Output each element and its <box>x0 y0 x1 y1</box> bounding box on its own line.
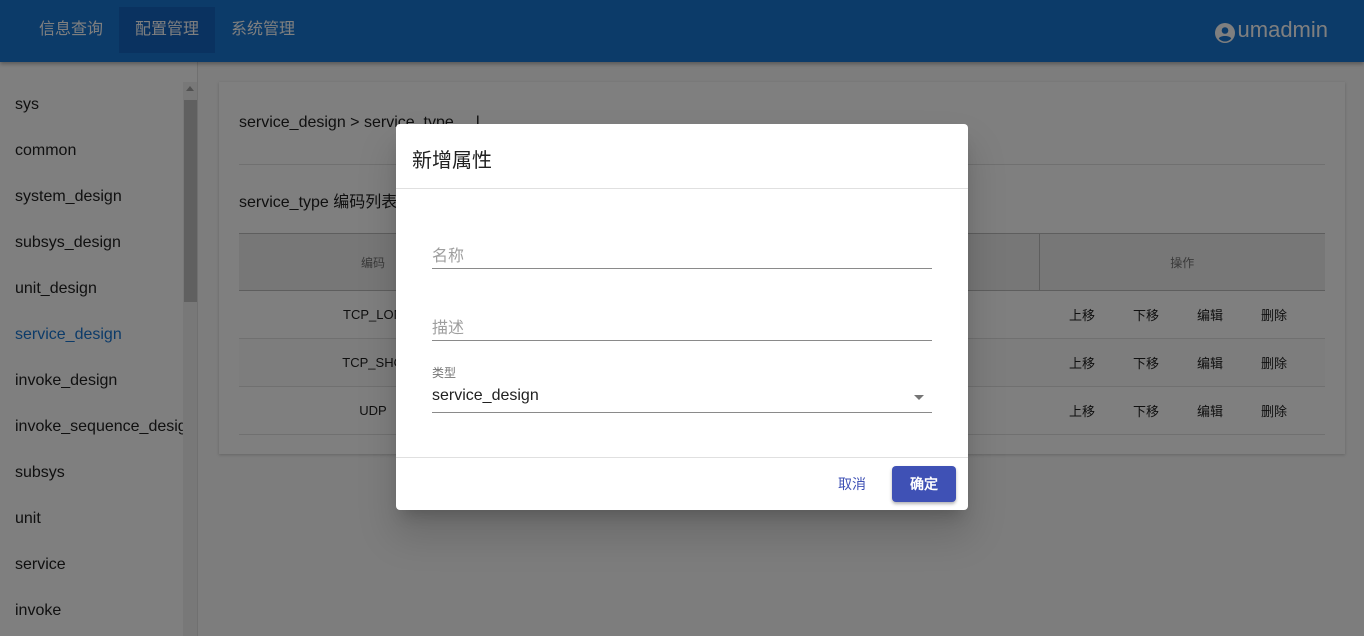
description-underline <box>432 340 932 341</box>
add-attribute-dialog: 新增属性 名称 描述 类型 service_design 取消 确定 <box>396 124 968 510</box>
cancel-button[interactable]: 取消 <box>828 466 876 502</box>
dialog-title: 新增属性 <box>412 150 492 172</box>
type-label: 类型 <box>432 366 457 380</box>
description-placeholder: 描述 <box>432 320 465 337</box>
dialog-divider-top <box>396 188 968 189</box>
type-underline <box>432 412 932 413</box>
dialog-divider-bottom <box>396 457 968 458</box>
name-field[interactable]: 名称 <box>432 240 932 270</box>
type-select[interactable]: 类型 service_design <box>432 364 932 414</box>
type-value: service_design <box>432 387 539 404</box>
name-placeholder: 名称 <box>432 248 465 265</box>
name-underline <box>432 268 932 269</box>
confirm-button[interactable]: 确定 <box>892 466 956 502</box>
description-field[interactable]: 描述 <box>432 312 932 342</box>
dropdown-arrow-icon <box>914 395 924 400</box>
